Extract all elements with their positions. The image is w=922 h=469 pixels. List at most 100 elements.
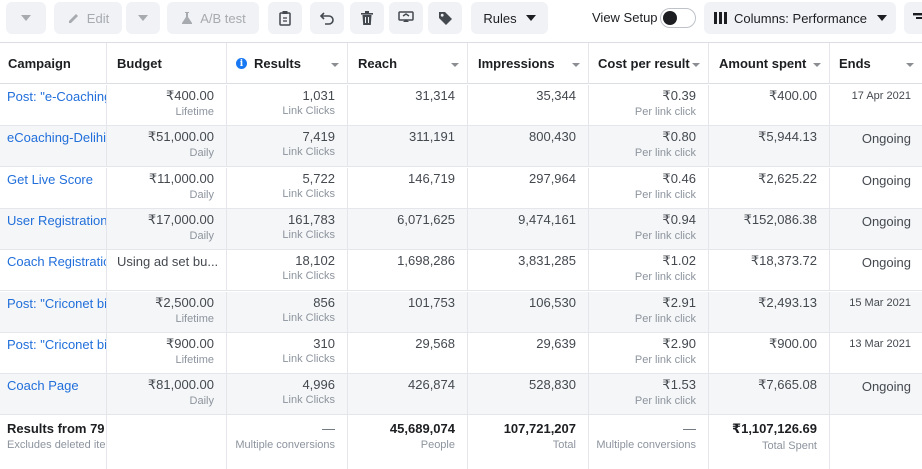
campaign-cell: Post: "e-Coaching [0, 85, 107, 126]
edit-button[interactable]: Edit [54, 2, 122, 34]
totals-results: — [322, 421, 335, 437]
campaign-name-link[interactable]: Post: "e-Coaching [0, 85, 106, 104]
totals-reach-cell: 45,689,074 People [348, 415, 468, 469]
impressions-cell: 297,964 [468, 167, 589, 209]
amount-spent-value: ₹2,625.22 [758, 170, 817, 186]
duplicate-button[interactable] [389, 2, 423, 34]
campaign-name-link[interactable]: Get Live Score [0, 168, 106, 187]
info-icon[interactable]: i [236, 58, 247, 69]
totals-amount-spent-sub: Total Spent [761, 440, 817, 453]
totals-results-cell: — Multiple conversions [227, 415, 348, 469]
cost-per-result-type: Per link click [634, 229, 696, 242]
amount-spent-cell: ₹900.00 [709, 332, 830, 374]
budget-value: ₹11,000.00 Daily [107, 168, 226, 201]
amount-spent-value: ₹7,665.08 [758, 377, 817, 393]
cost-per-result-cell: ₹2.91 Per link click [589, 291, 709, 333]
campaign-name-link[interactable]: User Registration [0, 209, 106, 228]
cost-per-result-value: ₹2.91 [662, 294, 696, 310]
results-type: Link Clicks [282, 228, 335, 241]
impressions-cell: 3,831,285 [468, 250, 589, 292]
campaign-cell: Get Live Score [0, 167, 107, 209]
tag-button[interactable] [428, 2, 462, 34]
impressions-value: 35,344 [536, 88, 576, 103]
results-type: Link Clicks [282, 105, 335, 117]
column-header-reach[interactable]: Reach [348, 43, 468, 84]
totals-cost-per-result: — [683, 421, 696, 437]
table-row: Coach Page ₹81,000.00 Daily 4,996 Link Click… [0, 374, 922, 416]
column-header-budget[interactable]: Budget [107, 43, 227, 84]
reach-value: 101,753 [408, 294, 455, 310]
results-value: 310 [313, 335, 335, 351]
amount-spent-cell: ₹7,665.08 [709, 374, 830, 416]
results-value: 7,419 [302, 129, 335, 145]
column-label: Results [254, 56, 301, 71]
budget-cell: ₹17,000.00 Daily [107, 208, 227, 250]
results-cell: 856 Link Clicks [227, 291, 348, 333]
ends-cell: Ongoing [830, 168, 922, 209]
ends-value: Ongoing [861, 379, 911, 395]
more-dropdown-button[interactable] [6, 2, 46, 34]
amount-spent-value: ₹900.00 [768, 335, 817, 351]
sort-icon[interactable] [906, 63, 914, 67]
column-header-impressions[interactable]: Impressions [468, 43, 589, 84]
budget-value: ₹2,500.00 Lifetime [107, 292, 226, 325]
cost-per-result-type: Per link click [634, 312, 696, 325]
budget-value: ₹900.00 Lifetime [107, 333, 226, 366]
clipboard-icon [279, 11, 291, 26]
undo-button[interactable] [310, 2, 344, 34]
totals-row: Results from 79 c Excludes deleted ite — Mu… [0, 415, 922, 469]
column-header-results[interactable]: i Results [227, 43, 348, 84]
column-header-ends[interactable]: Ends [830, 43, 922, 84]
ends-cell: Ongoing [830, 250, 922, 291]
table-row: User Registration ₹17,000.00 Daily 161,783 L… [0, 208, 922, 250]
chevron-down-icon [138, 15, 148, 21]
ab-test-button[interactable]: A/B test [167, 2, 259, 34]
cost-per-result-cell: ₹1.53 Per link click [589, 374, 709, 416]
filter-button[interactable] [904, 2, 922, 34]
rules-button[interactable]: Rules [471, 2, 548, 34]
campaign-name-link[interactable]: Post: "Criconet bi [0, 292, 106, 311]
reach-cell: 29,568 [348, 332, 468, 374]
results-cell: 4,996 Link Clicks [227, 374, 348, 416]
totals-label: Results from 79 c [7, 421, 107, 437]
view-setup-toggle[interactable] [660, 8, 696, 28]
campaign-name-link[interactable]: eCoaching-Delihi [0, 126, 106, 145]
campaign-name-link[interactable]: Coach Page [0, 374, 106, 393]
column-header-amount-spent[interactable]: Amount spent [709, 43, 830, 84]
budget-type: Daily [189, 188, 214, 201]
column-header-campaign[interactable]: Campaign [0, 43, 107, 84]
impressions-cell: 9,474,161 [468, 208, 589, 250]
report-button[interactable] [268, 2, 302, 34]
totals-ends-cell [830, 415, 922, 469]
edit-dropdown-button[interactable] [126, 2, 160, 34]
reach-value: 311,191 [408, 129, 455, 145]
impressions-value: 3,831,285 [518, 253, 576, 269]
results-value: 18,102 [295, 253, 335, 269]
budget-amount: ₹11,000.00 [148, 170, 214, 186]
budget-cell: Using ad set bu... [107, 250, 227, 292]
column-label: Budget [117, 56, 162, 71]
campaign-name-link[interactable]: Coach Registratio [0, 250, 106, 269]
amount-spent-cell: ₹2,625.22 [709, 167, 830, 209]
totals-amount-spent-cell: ₹1,107,126.69 Total Spent [709, 415, 830, 469]
results-cell: 5,722 Link Clicks [227, 167, 348, 209]
amount-spent-value: ₹2,493.13 [758, 294, 817, 310]
column-header-cost-per-result[interactable]: Cost per result [589, 43, 709, 84]
columns-button[interactable]: Columns: Performance [704, 2, 896, 34]
sort-icon[interactable] [813, 63, 821, 67]
sort-icon[interactable] [572, 63, 580, 67]
table-row: Post: "Criconet bi ₹2,500.00 Lifetime 856 Li… [0, 291, 922, 333]
results-value: 5,722 [302, 170, 335, 186]
results-type: Link Clicks [282, 352, 335, 365]
amount-spent-value: ₹152,086.38 [743, 211, 817, 227]
sort-icon[interactable] [331, 63, 339, 67]
column-label: Reach [358, 56, 398, 71]
column-label: Cost per result [598, 56, 690, 71]
sort-icon[interactable] [692, 63, 700, 67]
budget-type: Daily [189, 147, 214, 160]
campaign-name-link[interactable]: Post: "Criconet bi [0, 333, 106, 352]
delete-button[interactable] [350, 2, 384, 34]
budget-amount: ₹81,000.00 [147, 377, 214, 393]
sort-icon[interactable] [451, 63, 459, 67]
ab-test-label: A/B test [200, 10, 246, 26]
